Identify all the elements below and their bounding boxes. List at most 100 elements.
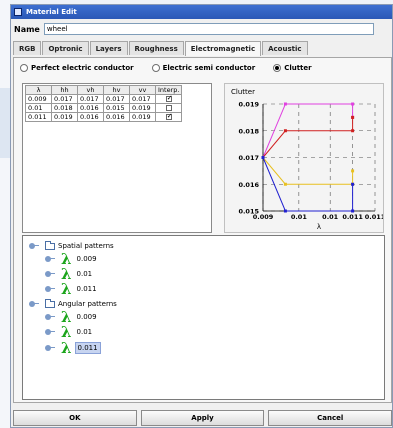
tree-expander-icon[interactable] [45,345,55,351]
table-row[interactable]: 0.009 0.017 0.017 0.017 0.017 [25,94,183,104]
name-input[interactable] [43,23,374,35]
interp-cell [154,112,183,122]
interp-checkbox[interactable] [165,112,173,120]
interp-cell [154,94,183,104]
table-cell[interactable]: 0.019 [129,112,156,122]
radio-clutter[interactable]: Clutter [273,64,312,72]
table-cell[interactable]: 0.017 [103,94,130,104]
clutter-chart: Clutter 0.015 0.016 0.017 0.018 0.019 0.009 0.0… [224,83,386,233]
tree-group-angular-patterns[interactable]: Angular patterns [29,298,117,308]
column-header-hv[interactable]: hv [103,85,130,95]
tab-acoustic[interactable]: Acoustic [262,41,308,55]
column-header-hh[interactable]: hh [51,85,78,95]
material-edit-window: Material Edit Name RGB Optronic Layers R… [10,4,393,428]
data-point [283,129,287,133]
lambda-icon: λ [61,280,72,298]
data-point [351,182,355,186]
table-cell[interactable]: 0.016 [77,112,104,122]
tab-optronic[interactable]: Optronic [42,41,89,55]
table-cell[interactable]: 0.009 [25,94,52,104]
app-icon [14,8,22,16]
window-title: Material Edit [26,8,77,16]
interp-checkbox[interactable] [165,94,173,102]
pattern-tree[interactable]: Spatial patterns λ 0.009 λ 0.01 λ 0.011 [22,235,385,400]
table-cell[interactable]: 0.017 [77,94,104,104]
y-tick-label: 0.017 [238,154,259,162]
tree-leaf-selected[interactable]: λ 0.011 [45,339,101,357]
tab-electromagnetic[interactable]: Electromagnetic [184,41,262,56]
chart-title: Clutter [231,88,255,96]
radio-label: Electric semi conductor [162,64,256,72]
tree-leaf[interactable]: λ 0.01 [45,267,94,282]
data-point [351,209,355,213]
tree-expander-icon[interactable] [45,256,55,262]
radio-perfect-electric-conductor[interactable]: Perfect electric conductor [20,64,134,72]
cancel-button[interactable]: Cancel [268,410,393,426]
tree-leaf[interactable]: λ 0.009 [45,250,99,268]
tree-leaf-label: 0.009 [76,255,97,263]
table-row[interactable]: 0.011 0.019 0.016 0.016 0.019 [25,112,183,122]
tree-expander-icon[interactable] [45,314,55,320]
lambda-icon: λ [61,250,72,268]
column-header-vv[interactable]: vv [129,85,156,95]
y-tick-label: 0.019 [238,101,259,109]
table-cell[interactable]: 0.016 [103,112,130,122]
table-cell[interactable]: 0.019 [51,112,78,122]
tab-layers[interactable]: Layers [89,41,128,55]
lambda-icon: λ [61,339,72,357]
tab-rgb[interactable]: RGB [13,41,42,55]
series-line [262,157,354,185]
table-cell[interactable]: 0.017 [51,94,78,104]
x-tick-label: 0.01 [322,213,339,221]
table-cell[interactable]: 0.017 [129,94,156,104]
radio-button[interactable] [151,64,160,72]
table-cell[interactable]: 0.01 [25,103,52,113]
data-point [351,169,355,173]
table-header-row: λ hh vh hv vv Interp. [25,85,183,95]
table-row[interactable]: 0.01 0.018 0.016 0.015 0.019 [25,103,183,113]
electromagnetic-panel: Perfect electric conductor Electric semi… [13,57,392,403]
data-point [261,156,265,159]
series-line [262,117,354,158]
clutter-chart-svg: Clutter0.0150.0160.0170.0180.0190.009 0.0… [231,88,386,231]
data-point [283,182,287,186]
tree-expander-icon[interactable] [29,301,39,307]
table-cell[interactable]: 0.016 [77,103,104,113]
table-cell[interactable]: 0.018 [51,103,78,113]
ok-button[interactable]: OK [13,410,137,426]
radio-label: Clutter [284,64,312,72]
tree-group-spatial-patterns[interactable]: Spatial patterns [29,240,114,250]
tree-leaf[interactable]: λ 0.01 [45,323,94,341]
table-cell[interactable]: 0.015 [103,103,130,113]
tree-leaf-label: 0.009 [76,313,97,321]
table-cell[interactable]: 0.019 [129,103,156,113]
lambda-icon: λ [61,323,72,341]
radio-button[interactable] [273,64,282,72]
table-cell[interactable]: 0.011 [25,112,52,122]
background-band [0,88,10,158]
tree-expander-icon[interactable] [45,286,55,292]
column-header-lambda[interactable]: λ [25,85,52,95]
tree-group-label: Spatial patterns [58,242,114,250]
tree-expander-icon[interactable] [29,243,39,249]
tree-expander-icon[interactable] [45,271,55,277]
title-bar[interactable]: Material Edit [11,5,392,19]
tree-leaf[interactable]: λ 0.011 [45,280,99,298]
column-header-vh[interactable]: vh [77,85,104,95]
x-tick-label: 0.009 [253,213,274,221]
data-point [283,209,287,213]
background-strip [0,0,10,428]
dialog-buttons: OK Apply Cancel [13,410,393,426]
tree-expander-icon[interactable] [45,329,55,335]
interp-checkbox[interactable] [165,105,172,111]
name-label: Name [14,24,40,34]
clutter-table-container: λ hh vh hv vv Interp. 0.009 0.017 0.017 … [22,83,212,233]
radio-electric-semi-conductor[interactable]: Electric semi conductor [151,64,256,72]
tab-roughness[interactable]: Roughness [128,41,184,55]
conductor-radio-group: Perfect electric conductor Electric semi… [20,62,330,74]
tree-leaf[interactable]: λ 0.009 [45,310,99,325]
tree-leaf-label: 0.01 [76,328,93,336]
y-tick-label: 0.016 [238,181,259,189]
radio-button[interactable] [20,64,28,72]
apply-button[interactable]: Apply [140,410,265,426]
